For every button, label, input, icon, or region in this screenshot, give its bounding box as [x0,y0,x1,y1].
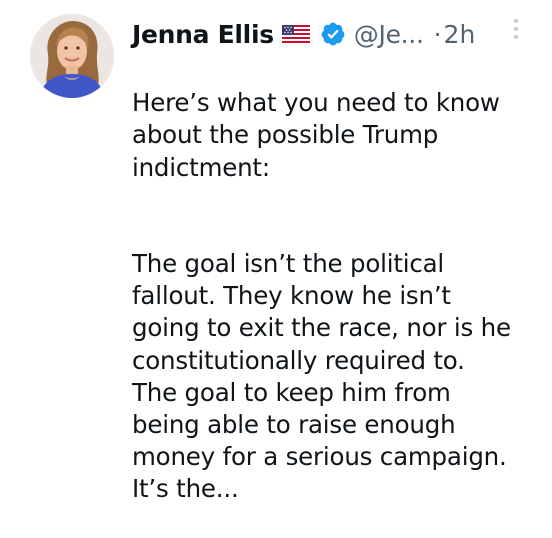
more-options-icon[interactable] [512,18,520,40]
avatar[interactable] [30,14,114,98]
timestamp[interactable]: 2h [444,20,476,49]
avatar-image [30,14,114,98]
separator-dot: · [433,19,442,49]
tweet-text: Here’s what you need to know about the p… [132,55,542,538]
us-flag-icon [281,24,311,44]
display-name[interactable]: Jenna Ellis [132,20,274,49]
verified-badge-icon[interactable] [320,21,346,47]
user-handle[interactable]: @Je... [354,20,424,49]
tweet-paragraph-2: The goal isn’t the political fallout. Th… [132,249,511,504]
tweet-card[interactable]: Jenna Ellis @Je... · 2h Here’s what you … [0,0,552,510]
tweet-paragraph-1: Here’s what you need to know about the p… [132,88,500,182]
tweet-header: Jenna Ellis @Je... · 2h [132,14,475,54]
